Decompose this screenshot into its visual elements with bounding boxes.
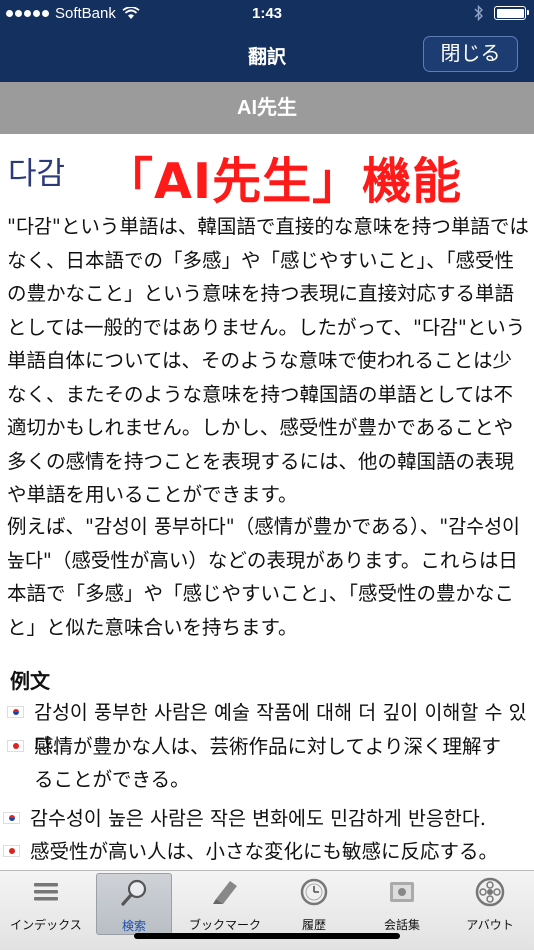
close-button[interactable]: 閉じる: [423, 36, 518, 72]
examples-paragraph: 例えば、"감성이 풍부하다"（感情が豊かである）、"감수성이 높다"（感受性が高…: [7, 515, 521, 639]
magnifier-icon: [121, 879, 147, 906]
tab-label: 検索: [121, 919, 146, 933]
clock-icon: [300, 878, 328, 906]
status-time: 1:43: [251, 5, 283, 22]
flag-book-icon: [390, 882, 414, 902]
example-korean[interactable]: 감수성이 높은 사람은 작은 변화에도 민감하게 반응한다.: [30, 802, 534, 835]
tab-label: ブックマーク: [188, 918, 261, 932]
section-header: AI先生: [0, 82, 534, 134]
tab-index[interactable]: インデックス: [8, 873, 84, 935]
nav-bar: 翻訳 閉じる: [0, 28, 534, 82]
examples-label: 例文: [10, 669, 50, 693]
status-bar: SoftBank 1:43: [0, 0, 534, 28]
tab-label: 会話集: [383, 918, 420, 932]
tab-label: インデックス: [10, 918, 82, 932]
japan-flag-icon: [3, 845, 20, 857]
list-icon: [34, 883, 58, 901]
tab-phrasebook[interactable]: 会話集: [364, 873, 440, 935]
home-indicator[interactable]: [134, 933, 400, 939]
headword: 다감: [8, 156, 66, 192]
tab-about[interactable]: アバウト: [452, 873, 528, 935]
emblem-icon: [475, 877, 505, 907]
status-right: [474, 5, 529, 21]
bluetooth-icon: [474, 5, 483, 21]
explanation-paragraph: "다감"という単語は、韓国語で直接的な意味を持つ単語ではなく、日本語での「多感」…: [7, 215, 529, 506]
battery-icon: [494, 6, 529, 20]
example-japanese[interactable]: 感受性が高い人は、小さな変化にも敏感に反応する。: [30, 835, 534, 868]
korea-flag-icon: [7, 706, 24, 718]
headword-row: 다감: [8, 148, 65, 193]
korea-flag-icon: [3, 812, 20, 824]
tab-search[interactable]: 検索: [96, 873, 172, 935]
japan-flag-icon: [7, 740, 24, 752]
tab-label: アバウト: [466, 918, 514, 932]
example-japanese-continued[interactable]: ることができる。: [34, 763, 534, 796]
bookmark-icon: [213, 881, 237, 904]
tab-history[interactable]: 履歴: [276, 873, 352, 935]
tab-label: 履歴: [301, 918, 326, 932]
translation-content[interactable]: 다감 「AI先生」機能 "다감"という単語は、韓国語で直接的な意味を持つ単語では…: [0, 134, 534, 870]
feature-banner: 「AI先生」機能: [104, 153, 463, 210]
tab-bookmark[interactable]: ブックマーク: [187, 873, 263, 935]
example-japanese[interactable]: 感情が豊かな人は、芸術作品に対してより深く理解す: [34, 730, 534, 763]
